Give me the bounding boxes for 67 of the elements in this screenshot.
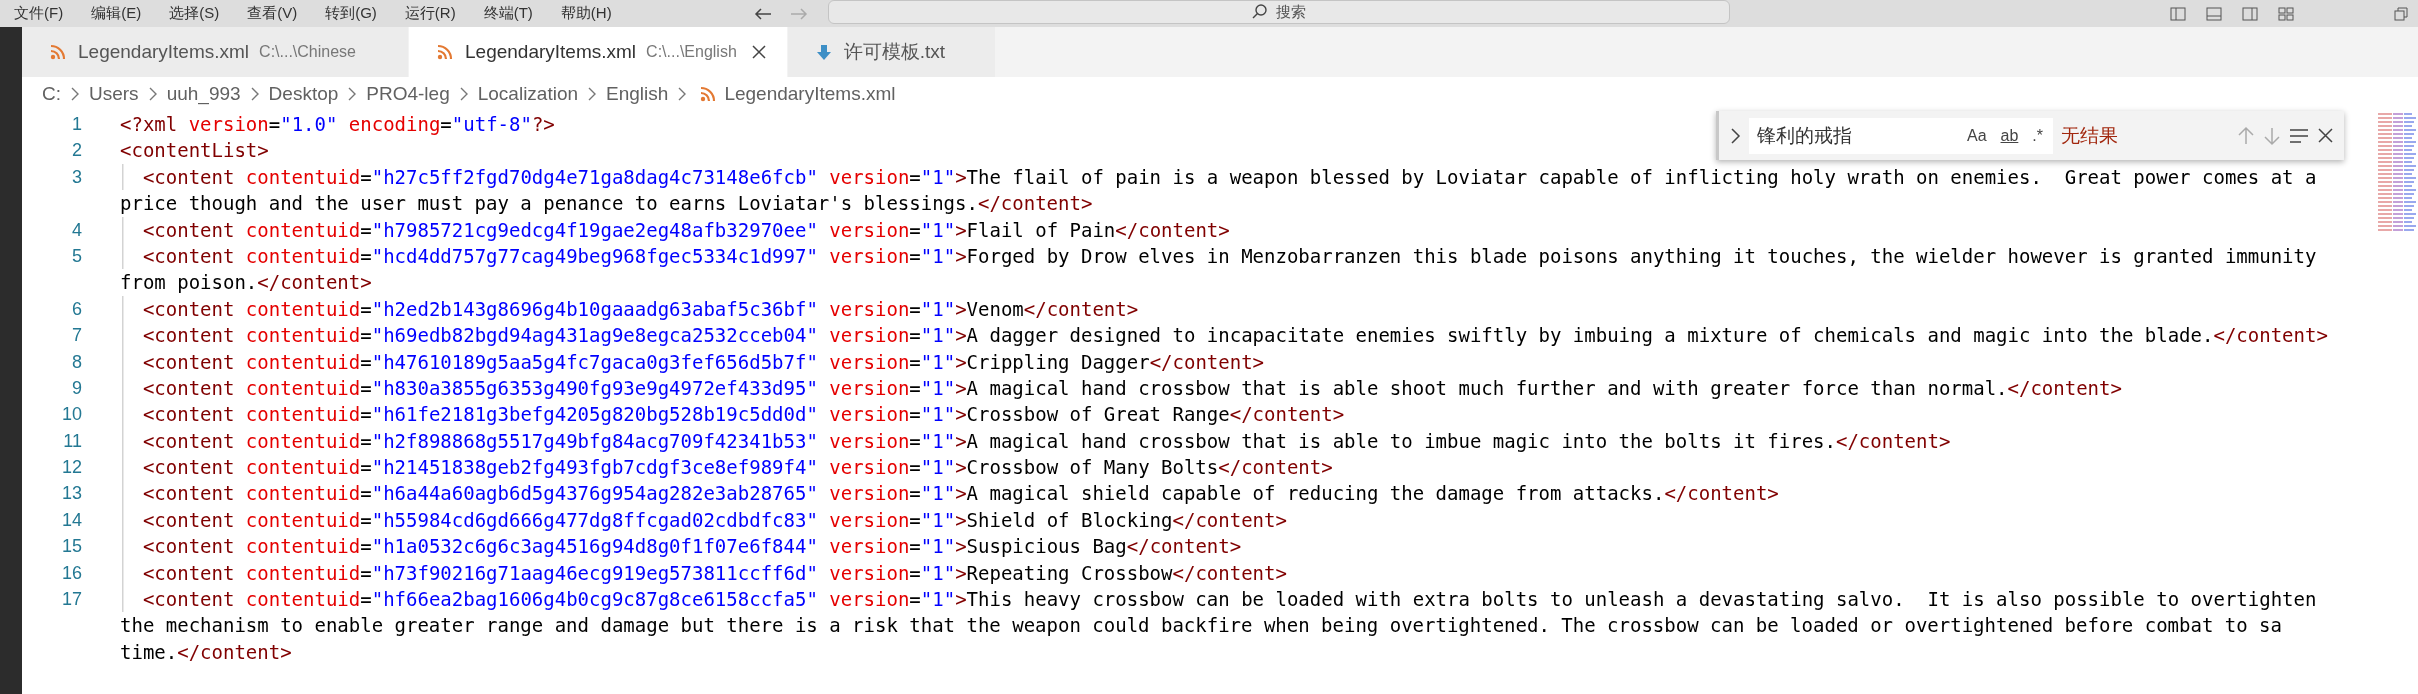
down-arrow-icon[interactable] — [2263, 125, 2281, 146]
breadcrumb-item[interactable]: English — [606, 83, 669, 105]
download-icon — [815, 44, 832, 60]
grid-layout-icon[interactable] — [2278, 6, 2294, 21]
line-number: 10 — [60, 403, 83, 427]
menu-item[interactable]: 转到(G) — [311, 4, 391, 23]
line-number: 14 — [60, 508, 83, 532]
rss-icon — [700, 86, 717, 102]
secondary-sidebar-icon[interactable] — [2242, 6, 2258, 21]
code-line: <?xml version="1.0" encoding="utf-8"?> — [120, 112, 555, 137]
breadcrumb-item[interactable]: PRO4-leg — [366, 83, 450, 105]
code-line: <contentList> — [120, 138, 269, 164]
breadcrumb-item[interactable]: C: — [42, 83, 61, 105]
menu-item[interactable]: 帮助(H) — [546, 4, 626, 23]
rss-icon — [437, 44, 453, 60]
back-arrow-icon[interactable] — [754, 5, 772, 22]
search-field[interactable]: 搜索 — [828, 0, 1730, 24]
breadcrumb-item[interactable]: Localization — [477, 83, 579, 105]
code-line: from poison.</content> — [120, 270, 372, 296]
expand-chevron-icon[interactable] — [1729, 126, 1741, 145]
chevron-icon — [69, 86, 81, 102]
breadcrumb-item[interactable]: Users — [89, 83, 139, 105]
forward-arrow-icon[interactable] — [790, 5, 808, 22]
line-number: 3 — [71, 165, 83, 189]
find-field[interactable]: 锋利的戒指 Aa ab .* — [1749, 117, 2053, 154]
panel-layout-icon[interactable] — [2206, 6, 2222, 21]
code-line: price though and the user must pay a penance to earns Loviatar's blessings.</content> — [120, 191, 1093, 217]
editor-tab[interactable]: 许可模板.txt — [787, 27, 997, 77]
toggle-option[interactable]: ab — [1998, 125, 2021, 146]
menu-item[interactable]: 选择(S) — [155, 4, 234, 23]
breadcrumb-item[interactable]: Desktop — [268, 83, 339, 105]
breadcrumb-item[interactable]: LegendaryItems.xml — [724, 83, 896, 105]
up-arrow-icon[interactable] — [2237, 125, 2255, 146]
close-icon[interactable] — [2317, 127, 2334, 144]
line-number: 12 — [60, 456, 83, 480]
line-number: 7 — [71, 324, 83, 348]
line-number: 4 — [71, 218, 83, 242]
menu-item[interactable]: 终端(T) — [469, 4, 547, 23]
toggle-option[interactable]: Aa — [1964, 125, 1989, 146]
rss-icon — [50, 44, 66, 60]
editor-tab[interactable]: LegendaryItems.xml C:\...\English — [409, 27, 788, 77]
menu-item[interactable]: 运行(R) — [390, 4, 470, 23]
code-line: the mechanism to enable greater range and damage but there is a risk that the weapon could backfire when being overtightened. The crossbow can be loaded or overtightened before combat to sa — [120, 613, 2282, 639]
close-icon — [750, 44, 767, 60]
line-number: 16 — [60, 561, 83, 585]
code-line: time.</content> — [120, 639, 292, 665]
editor-tab[interactable]: LegendaryItems.xml C:\...\Chinese — [22, 27, 409, 77]
menu-item[interactable]: 查看(V) — [233, 4, 312, 23]
breadcrumb-item[interactable]: uuh_993 — [166, 83, 241, 105]
selection-lines-icon[interactable] — [2289, 126, 2309, 145]
line-number: 9 — [71, 376, 83, 400]
line-number: 5 — [71, 244, 83, 268]
line-number: 8 — [71, 350, 83, 374]
search-icon — [1252, 4, 1268, 20]
toggle-option[interactable]: .* — [2030, 125, 2045, 146]
line-number: 13 — [60, 482, 83, 506]
menu-item[interactable]: 编辑(E) — [77, 4, 156, 23]
line-number: 1 — [71, 113, 83, 136]
find-status: 无结果 — [2061, 123, 2118, 148]
line-number: 2 — [71, 139, 83, 163]
sidebar-layout-icon[interactable] — [2170, 6, 2186, 21]
line-number: 6 — [71, 297, 83, 321]
line-number: 17 — [60, 588, 83, 612]
menu-item[interactable]: 文件(F) — [0, 4, 78, 23]
line-number: 11 — [62, 429, 83, 453]
restore-window-icon[interactable] — [2394, 6, 2408, 21]
line-number: 15 — [60, 535, 83, 559]
